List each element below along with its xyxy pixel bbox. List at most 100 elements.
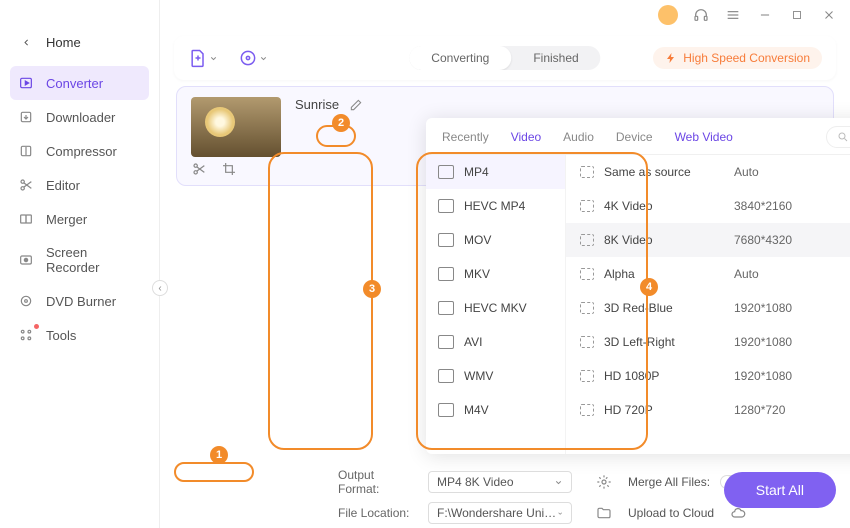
tools-icon — [18, 327, 34, 343]
sidebar-item-label: Converter — [46, 76, 103, 91]
resolution-item[interactable]: HD 1080P1920*1080 — [566, 359, 850, 393]
format-item[interactable]: M4V — [426, 393, 565, 427]
record-icon — [18, 252, 34, 268]
format-label: MKV — [464, 267, 490, 281]
annotation-bubble: 1 — [210, 446, 228, 464]
high-speed-badge[interactable]: High Speed Conversion — [653, 47, 822, 69]
format-item[interactable]: MP4 — [426, 155, 565, 189]
tab-recently[interactable]: Recently — [442, 130, 489, 154]
folder-icon[interactable] — [596, 505, 612, 521]
format-item[interactable]: AVI — [426, 325, 565, 359]
sidebar-item-label: Editor — [46, 178, 80, 193]
download-icon — [18, 109, 34, 125]
video-format-icon — [438, 199, 454, 213]
resolution-item[interactable]: HD 720P1280*720 — [566, 393, 850, 427]
video-format-icon — [438, 165, 454, 179]
sidebar-item-label: DVD Burner — [46, 294, 116, 309]
video-format-icon — [438, 369, 454, 383]
format-item[interactable]: HEVC MP4 — [426, 189, 565, 223]
home-link[interactable]: Home — [0, 26, 159, 58]
play-icon — [580, 404, 594, 416]
tab-device[interactable]: Device — [616, 130, 653, 154]
scissors-icon — [18, 177, 34, 193]
merge-label: Merge All Files: — [628, 475, 710, 489]
play-icon — [580, 234, 594, 246]
output-format-select[interactable]: MP4 8K Video — [428, 471, 572, 493]
file-location-label: File Location: — [338, 506, 418, 520]
tab-audio[interactable]: Audio — [563, 130, 594, 154]
res-value: 1920*1080 — [734, 335, 850, 349]
sidebar-item-editor[interactable]: Editor — [0, 168, 159, 202]
sidebar-item-dvd-burner[interactable]: DVD Burner — [0, 284, 159, 318]
sidebar-item-label: Tools — [46, 328, 76, 343]
resolution-item[interactable]: 3D Red-Blue1920*1080 — [566, 291, 850, 325]
search-box[interactable] — [826, 126, 850, 148]
thumbnail[interactable] — [191, 97, 281, 157]
format-item[interactable]: HEVC MKV — [426, 291, 565, 325]
trim-icon[interactable] — [191, 161, 207, 177]
res-name: HD 720P — [604, 403, 734, 417]
settings-icon[interactable] — [596, 474, 612, 490]
sidebar-item-screen-recorder[interactable]: Screen Recorder — [0, 236, 159, 284]
play-icon — [580, 268, 594, 280]
rename-icon[interactable] — [349, 98, 363, 112]
annotation-bubble: 3 — [363, 280, 381, 298]
tab-video[interactable]: Video — [511, 130, 541, 154]
res-value: 3840*2160 — [734, 199, 850, 213]
chevron-left-icon — [18, 34, 34, 50]
sidebar-item-downloader[interactable]: Downloader — [0, 100, 159, 134]
file-title: Sunrise — [295, 97, 339, 112]
sidebar-item-merger[interactable]: Merger — [0, 202, 159, 236]
play-icon — [580, 370, 594, 382]
format-label: MP4 — [464, 165, 489, 179]
output-format-value: MP4 8K Video — [437, 475, 514, 489]
tab-web-video[interactable]: Web Video — [675, 130, 733, 154]
format-list: MP4 HEVC MP4 MOV MKV HEVC MKV AVI WMV M4… — [426, 155, 566, 454]
tab-converting[interactable]: Converting — [409, 46, 511, 70]
sidebar-item-compressor[interactable]: Compressor — [0, 134, 159, 168]
res-name: 3D Red-Blue — [604, 301, 734, 315]
add-file-button[interactable] — [188, 48, 218, 68]
add-dvd-button[interactable] — [238, 48, 268, 68]
res-value: 1920*1080 — [734, 369, 850, 383]
sidebar-item-label: Merger — [46, 212, 87, 227]
format-picker: Recently Video Audio Device Web Video MP… — [426, 118, 850, 454]
resolution-item[interactable]: 3D Left-Right1920*1080 — [566, 325, 850, 359]
notification-dot — [34, 324, 39, 329]
res-value: Auto — [734, 165, 850, 179]
res-name: HD 1080P — [604, 369, 734, 383]
output-format-label: Output Format: — [338, 468, 418, 496]
compressor-icon — [18, 143, 34, 159]
format-label: HEVC MKV — [464, 301, 527, 315]
format-label: AVI — [464, 335, 482, 349]
res-name: 8K Video — [604, 233, 734, 247]
annotation-bubble: 2 — [332, 114, 350, 132]
video-format-icon — [438, 335, 454, 349]
sidebar-item-converter[interactable]: Converter — [10, 66, 149, 100]
file-location-select[interactable]: F:\Wondershare UniConverter 1 — [428, 502, 572, 524]
format-label: WMV — [464, 369, 493, 383]
format-label: MOV — [464, 233, 491, 247]
format-item[interactable]: MOV — [426, 223, 565, 257]
resolution-item[interactable]: AlphaAuto — [566, 257, 850, 291]
start-all-button[interactable]: Start All — [724, 472, 836, 508]
hsc-label: High Speed Conversion — [683, 51, 810, 65]
format-label: M4V — [464, 403, 489, 417]
video-format-icon — [438, 267, 454, 281]
resolution-item[interactable]: Same as sourceAuto — [566, 155, 850, 189]
home-label: Home — [46, 35, 81, 50]
resolution-item[interactable]: 4K Video3840*2160 — [566, 189, 850, 223]
sidebar-item-tools[interactable]: Tools — [0, 318, 159, 352]
sidebar: Home Converter Downloader Compressor Edi… — [0, 0, 160, 528]
format-item[interactable]: WMV — [426, 359, 565, 393]
format-item[interactable]: MKV — [426, 257, 565, 291]
res-name: 3D Left-Right — [604, 335, 734, 349]
tab-finished[interactable]: Finished — [511, 46, 600, 70]
res-name: Alpha — [604, 267, 734, 281]
res-value: Auto — [734, 267, 850, 281]
resolution-item[interactable]: 8K Video7680*4320 — [566, 223, 850, 257]
disc-icon — [18, 293, 34, 309]
res-name: Same as source — [604, 165, 734, 179]
crop-icon[interactable] — [221, 161, 237, 177]
play-icon — [580, 200, 594, 212]
